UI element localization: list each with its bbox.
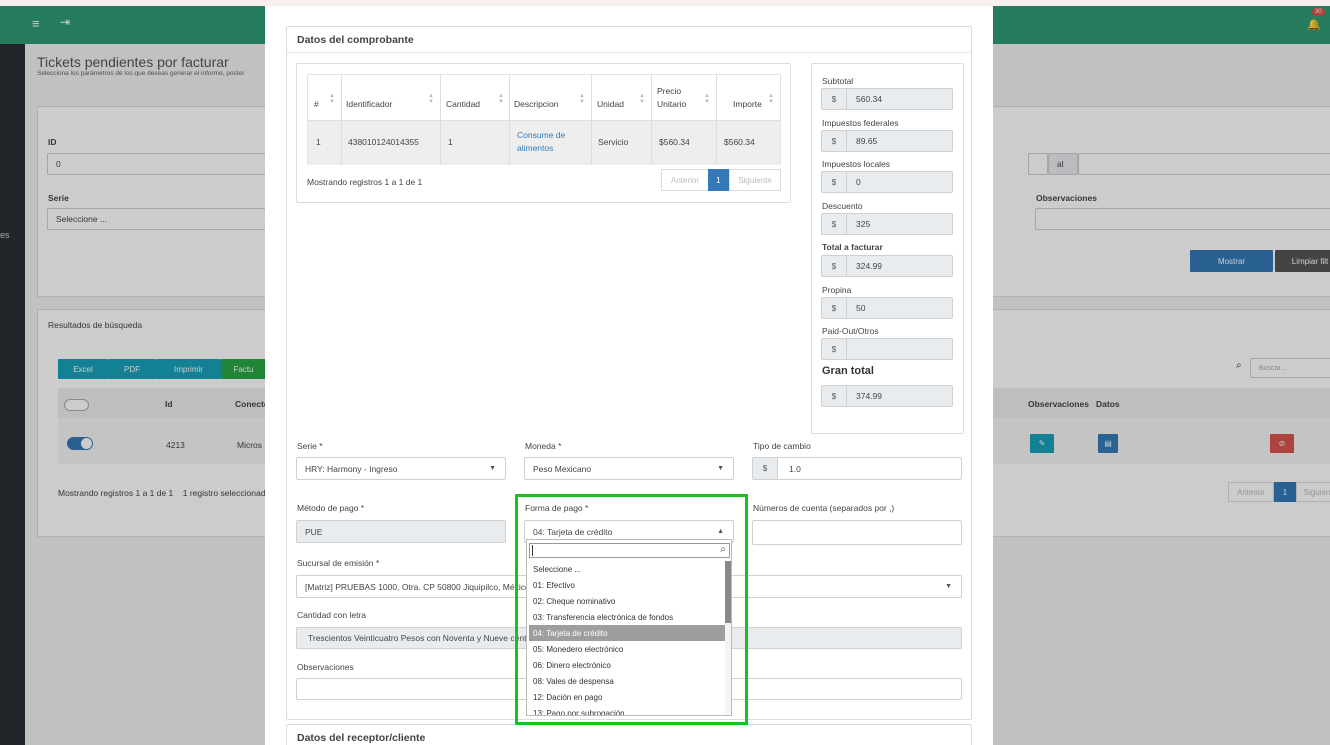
observaciones-label: Observaciones bbox=[297, 662, 354, 672]
th-identificador[interactable]: Identificador bbox=[346, 99, 392, 109]
fed-label: Impuestos federales bbox=[822, 118, 899, 128]
highlight-box bbox=[515, 494, 748, 725]
currency-addon: $ bbox=[822, 298, 847, 318]
metodo-pago-field: PUE bbox=[296, 520, 506, 543]
sort-icon: ▲ ▼ bbox=[498, 93, 504, 105]
total-label: Total a facturar bbox=[822, 242, 883, 252]
th-importe[interactable]: Importe bbox=[733, 99, 762, 109]
serie-label: Serie * bbox=[297, 441, 323, 451]
paid-label: Paid-Out/Otros bbox=[822, 326, 879, 336]
local-value: 0 bbox=[856, 177, 861, 187]
sort-icon: ▲ ▼ bbox=[768, 93, 774, 105]
fed-value: 89.65 bbox=[856, 136, 878, 146]
cell-descripcion-link[interactable]: Consume de alimentos bbox=[517, 129, 577, 155]
gran-total-label: Gran total bbox=[822, 365, 874, 377]
cell-precio: $560.34 bbox=[659, 137, 690, 147]
cuentas-input[interactable] bbox=[752, 520, 962, 545]
items-table-card: # Identificador Cantidad Descripcion Uni… bbox=[296, 63, 791, 203]
items-footer: Mostrando registros 1 a 1 de 1 bbox=[307, 177, 423, 187]
th-descripcion[interactable]: Descripcion bbox=[514, 99, 558, 109]
desc-label: Descuento bbox=[822, 201, 863, 211]
sort-icon: ▲ ▼ bbox=[329, 93, 335, 105]
total-value: 324.99 bbox=[856, 261, 882, 271]
section-title: Datos del comprobante bbox=[297, 34, 414, 46]
sort-icon: ▲ ▼ bbox=[704, 93, 710, 105]
subtotal-field: $560.34 bbox=[821, 88, 953, 110]
desc-field: $325 bbox=[821, 213, 953, 235]
total-field: $324.99 bbox=[821, 255, 953, 277]
moneda-select[interactable]: Peso Mexicano ▼ bbox=[524, 457, 734, 480]
caret-down-icon: ▼ bbox=[489, 465, 496, 472]
items-table: # Identificador Cantidad Descripcion Uni… bbox=[307, 74, 781, 165]
caret-down-icon: ▼ bbox=[717, 465, 724, 472]
currency-addon: $ bbox=[822, 386, 847, 406]
cell-num: 1 bbox=[316, 137, 321, 147]
cantidad-letra-label: Cantidad con letra bbox=[297, 610, 366, 620]
currency-addon: $ bbox=[822, 131, 847, 151]
receptor-card: Datos del receptor/cliente bbox=[286, 724, 972, 745]
sort-icon: ▲ ▼ bbox=[639, 93, 645, 105]
desc-value: 325 bbox=[856, 219, 871, 229]
sucursal-value: [Matriz] PRUEBAS 1000, Otra. CP 50800 Ji… bbox=[305, 581, 530, 592]
paid-field: $ bbox=[821, 338, 953, 360]
cell-cantidad: 1 bbox=[448, 137, 453, 147]
title-divider bbox=[287, 52, 971, 53]
local-label: Impuestos locales bbox=[822, 159, 891, 169]
serie-value: HRY: Harmony - Ingreso bbox=[305, 463, 398, 474]
tipo-cambio-label: Tipo de cambio bbox=[753, 441, 811, 451]
propina-value: 50 bbox=[856, 303, 866, 313]
sucursal-label: Sucursal de emisión * bbox=[297, 558, 380, 568]
screen: ≡ ⇥ 🔔 30 es Tickets pendientes por factu… bbox=[0, 0, 1330, 745]
currency-addon: $ bbox=[822, 339, 847, 359]
moneda-label: Moneda * bbox=[525, 441, 562, 451]
items-prev-button[interactable]: Anterior bbox=[661, 169, 709, 191]
currency-addon: $ bbox=[822, 214, 847, 234]
th-num[interactable]: # bbox=[314, 99, 319, 109]
gran-total-field: $374.99 bbox=[821, 385, 953, 407]
local-field: $0 bbox=[821, 171, 953, 193]
currency-addon: $ bbox=[822, 172, 847, 192]
items-next-button[interactable]: Siguiente bbox=[729, 169, 781, 191]
subtotal-label: Subtotal bbox=[822, 76, 854, 86]
th-cantidad[interactable]: Cantidad bbox=[446, 99, 480, 109]
currency-addon: $ bbox=[822, 256, 847, 276]
items-page-1[interactable]: 1 bbox=[708, 169, 729, 191]
sort-icon: ▲ ▼ bbox=[428, 93, 434, 105]
totals-card: Subtotal $560.34 Impuestos federales $89… bbox=[811, 63, 964, 434]
receptor-title: Datos del receptor/cliente bbox=[297, 732, 426, 744]
th-precio[interactable]: Precio Unitario bbox=[657, 85, 697, 111]
tipo-cambio-input[interactable]: $1.0 bbox=[752, 457, 962, 480]
currency-addon: $ bbox=[753, 458, 778, 479]
moneda-value: Peso Mexicano bbox=[533, 463, 592, 474]
cell-importe: $560.34 bbox=[724, 137, 755, 147]
th-unidad[interactable]: Unidad bbox=[597, 99, 624, 109]
serie-select[interactable]: HRY: Harmony - Ingreso ▼ bbox=[296, 457, 506, 480]
caret-down-icon: ▼ bbox=[945, 583, 952, 590]
gran-total-value: 374.99 bbox=[856, 391, 882, 401]
propina-field: $50 bbox=[821, 297, 953, 319]
cuentas-label: Números de cuenta (separados por ,) bbox=[753, 503, 895, 513]
fed-field: $89.65 bbox=[821, 130, 953, 152]
cell-identificador: 438010124014355 bbox=[348, 137, 419, 147]
tipo-cambio-value: 1.0 bbox=[789, 463, 801, 474]
propina-label: Propina bbox=[822, 285, 852, 295]
metodo-pago-label: Método de pago * bbox=[297, 503, 365, 513]
cell-unidad: Servicio bbox=[598, 137, 629, 147]
subtotal-value: 560.34 bbox=[856, 94, 882, 104]
sort-icon: ▲ ▼ bbox=[579, 93, 585, 105]
currency-addon: $ bbox=[822, 89, 847, 109]
